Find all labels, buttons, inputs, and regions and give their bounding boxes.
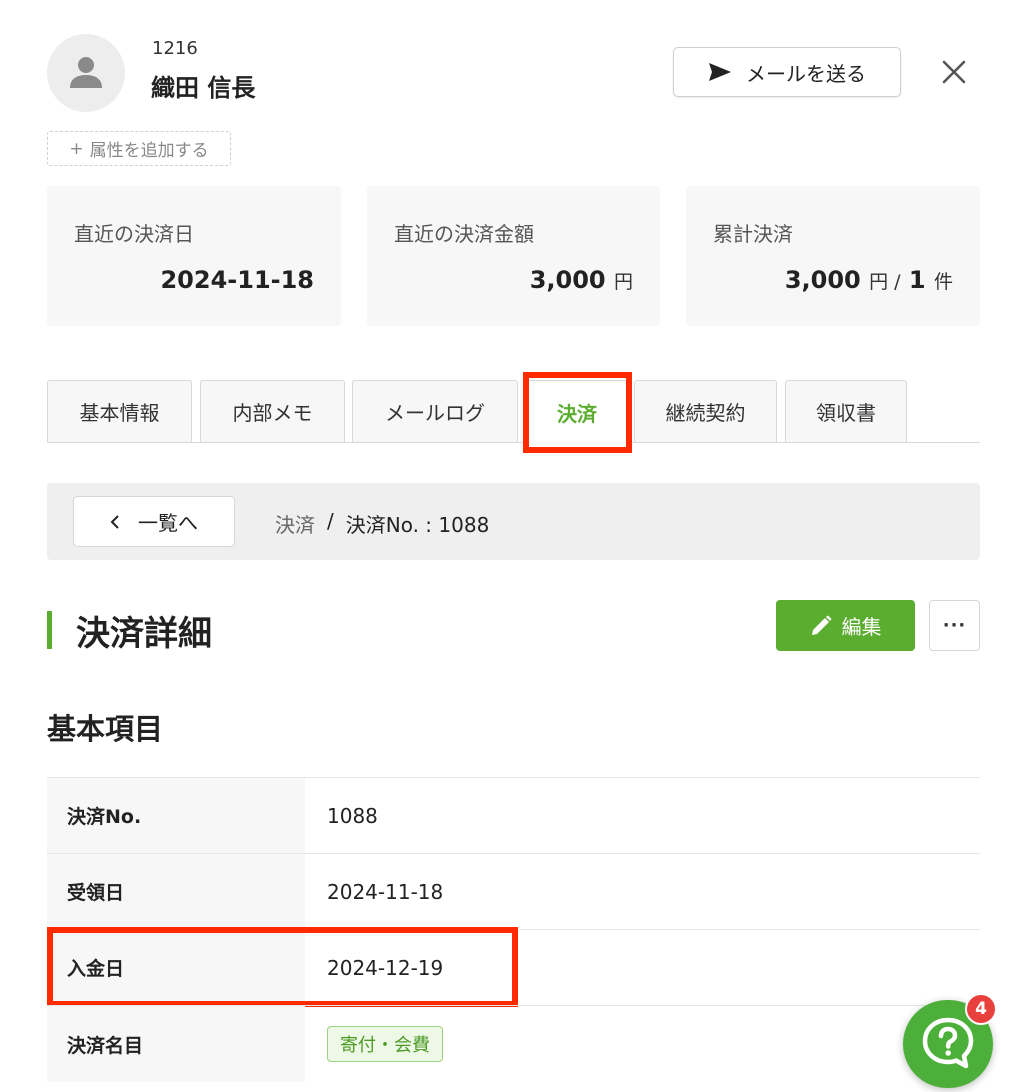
- plus-icon: +: [69, 138, 84, 159]
- page-title: 決済詳細: [76, 614, 212, 654]
- row-key: 決済No.: [47, 778, 305, 853]
- more-options-button[interactable]: ···: [929, 600, 980, 651]
- user-name: 織田 信長: [151, 74, 256, 102]
- row-value: 寄付・会費: [327, 1006, 443, 1082]
- edit-label: 編集: [841, 615, 882, 639]
- highlight-box-payment-tab: [523, 372, 632, 453]
- send-icon: [709, 63, 731, 81]
- tabs-baseline: [47, 442, 980, 443]
- stat-unit: 円: [613, 271, 633, 293]
- payment-category-tag: 寄付・会費: [327, 1026, 443, 1062]
- back-label: 一覧へ: [138, 511, 198, 535]
- more-icon: ···: [942, 615, 967, 636]
- stat-value: 2024-11-18: [160, 266, 314, 294]
- row-key: 決済名目: [47, 1006, 305, 1082]
- stat-unit: 円 /: [869, 271, 901, 293]
- basic-items-title: 基本項目: [47, 712, 164, 746]
- stat-value: 3,000 円: [529, 266, 633, 294]
- notification-badge: 4: [965, 993, 997, 1025]
- highlight-box-deposit-date: [47, 927, 518, 1007]
- breadcrumb-item-current: 決済No. : 1088: [345, 513, 490, 537]
- breadcrumb-separator: /: [327, 509, 334, 533]
- row-value: 1088: [327, 803, 378, 828]
- stat-card-last-payment-amount: 直近の決済金額 3,000 円: [367, 186, 660, 326]
- close-button[interactable]: [936, 54, 972, 90]
- send-mail-label: メールを送る: [746, 61, 866, 86]
- tab-internal-memo[interactable]: 内部メモ: [200, 380, 345, 442]
- stat-label: 累計決済: [713, 222, 793, 246]
- table-row: 受領日 2024-11-18: [47, 853, 980, 929]
- back-to-list-button[interactable]: 一覧へ: [73, 496, 235, 547]
- add-attribute-label: 属性を追加する: [89, 141, 209, 161]
- add-attribute-button[interactable]: + 属性を追加する: [47, 131, 231, 166]
- table-row: 決済No. 1088: [47, 777, 980, 853]
- person-icon: [70, 57, 102, 88]
- breadcrumb: 決済 / 決済No. : 1088: [275, 509, 489, 538]
- tab-recurring-contract[interactable]: 継続契約: [634, 380, 777, 442]
- stat-label: 直近の決済日: [74, 222, 194, 246]
- tab-receipt[interactable]: 領収書: [785, 380, 907, 442]
- stat-value: 3,000 円 / 1 件: [784, 266, 953, 294]
- help-chat-icon: [922, 1017, 974, 1069]
- avatar: [47, 34, 125, 112]
- table-row: 決済名目 寄付・会費: [47, 1005, 980, 1092]
- title-accent-bar: [47, 611, 52, 649]
- row-key: 受領日: [47, 854, 305, 929]
- send-mail-button[interactable]: メールを送る: [673, 47, 901, 97]
- stat-count: 1: [908, 266, 926, 294]
- user-id: 1216: [152, 38, 198, 59]
- pencil-icon: [811, 615, 831, 635]
- stat-card-last-payment-date: 直近の決済日 2024-11-18: [47, 186, 341, 326]
- stat-label: 直近の決済金額: [394, 222, 534, 246]
- stat-card-total-payments: 累計決済 3,000 円 / 1 件: [686, 186, 980, 326]
- tab-basic-info[interactable]: 基本情報: [47, 380, 192, 442]
- tab-mail-log[interactable]: メールログ: [352, 380, 518, 442]
- edit-button[interactable]: 編集: [776, 600, 915, 651]
- stat-count-unit: 件: [933, 271, 953, 293]
- breadcrumb-item-payment[interactable]: 決済: [275, 509, 315, 538]
- row-value: 2024-11-18: [327, 879, 444, 904]
- chevron-left-icon: [110, 514, 119, 529]
- close-icon: [942, 60, 966, 84]
